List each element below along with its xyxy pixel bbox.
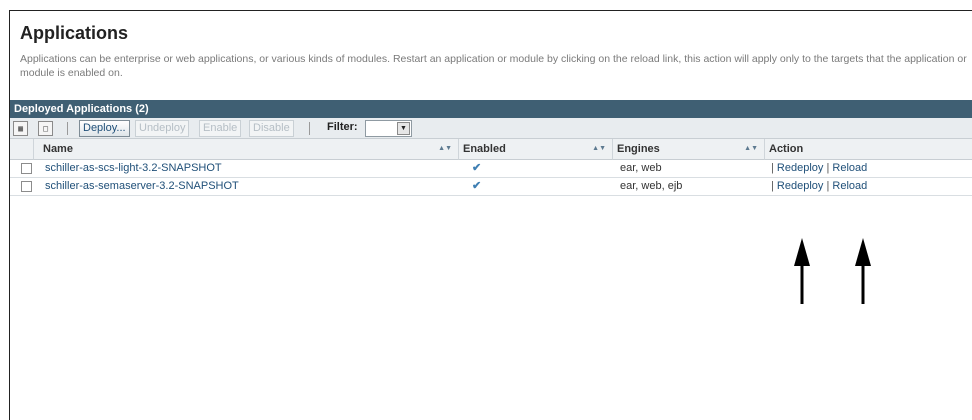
arrow-up-icon — [855, 238, 871, 304]
table-caption: Deployed Applications (2) — [10, 100, 972, 118]
chevron-down-icon[interactable]: ▼ — [397, 122, 410, 135]
engines-value: ear, web — [620, 162, 662, 174]
column-header-enabled[interactable]: Enabled ▲▼ — [459, 139, 613, 160]
column-header-name[interactable]: Name ▲▼ — [34, 139, 459, 160]
check-icon: ✔ — [472, 162, 482, 174]
page-title: Applications — [20, 23, 129, 43]
enable-button[interactable]: Enable — [199, 120, 242, 137]
table-row: schiller-as-scs-light-3.2-SNAPSHOT ✔ ear… — [10, 160, 972, 178]
application-name-link[interactable]: schiller-as-semaserver-3.2-SNAPSHOT — [45, 180, 239, 192]
action-separator: | — [826, 162, 830, 174]
column-header-action: Action — [765, 139, 972, 160]
column-header-engines[interactable]: Engines ▲▼ — [613, 139, 765, 160]
redeploy-link[interactable]: Redeploy — [777, 162, 823, 174]
reload-link[interactable]: Reload — [832, 162, 867, 174]
row-checkbox[interactable] — [21, 181, 32, 192]
filter-label: Filter: — [327, 121, 358, 133]
column-header-action-label: Action — [769, 143, 804, 155]
column-header-enabled-label: Enabled — [463, 143, 506, 155]
check-icon: ✔ — [472, 180, 482, 192]
filter-select[interactable]: ▼ — [365, 120, 412, 137]
table-row: schiller-as-semaserver-3.2-SNAPSHOT ✔ ea… — [10, 178, 972, 196]
engines-value: ear, web, ejb — [620, 180, 683, 192]
deselect-all-icon[interactable]: □ — [38, 121, 53, 136]
sort-icon[interactable]: ▲▼ — [438, 139, 452, 159]
sort-icon[interactable]: ▲▼ — [592, 139, 606, 159]
toolbar-divider — [67, 122, 68, 135]
applications-panel: Applications Applications can be enterpr… — [9, 10, 972, 420]
action-separator: | — [771, 180, 774, 192]
sort-icon[interactable]: ▲▼ — [744, 139, 758, 159]
toolbar-divider — [309, 122, 310, 135]
reload-link[interactable]: Reload — [832, 180, 867, 192]
application-name-link[interactable]: schiller-as-scs-light-3.2-SNAPSHOT — [45, 162, 222, 174]
undeploy-button[interactable]: Undeploy — [135, 120, 190, 137]
table-toolbar: ▦ □ Deploy... Undeploy Enable Disable Fi… — [10, 118, 972, 139]
redeploy-link[interactable]: Redeploy — [777, 180, 823, 192]
deploy-button[interactable]: Deploy... — [79, 120, 130, 137]
column-header-select — [10, 139, 34, 160]
column-header-engines-label: Engines — [617, 143, 660, 155]
arrow-up-icon — [794, 238, 810, 304]
column-header-name-label: Name — [43, 143, 73, 155]
action-separator: | — [826, 180, 830, 192]
row-checkbox[interactable] — [21, 163, 32, 174]
disable-button[interactable]: Disable — [249, 120, 294, 137]
page-description: Applications can be enterprise or web ap… — [20, 53, 967, 79]
action-separator: | — [771, 162, 774, 174]
select-all-icon[interactable]: ▦ — [13, 121, 28, 136]
